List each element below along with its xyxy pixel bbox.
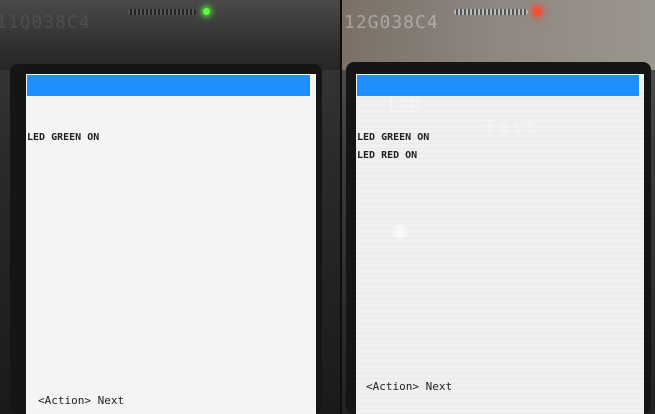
status-line-green: LED GREEN ON	[27, 132, 100, 143]
speaker-grille	[128, 9, 196, 15]
next-softkey[interactable]: <Action> Next	[366, 380, 452, 393]
photo-led-red-test: 12G038C4 LED Test LED GREEN ON LED RED O…	[342, 0, 655, 414]
screen-title-bar: LED Test	[357, 75, 639, 138]
green-led-indicator	[203, 8, 210, 15]
title-word-led: LED	[388, 96, 421, 117]
status-line-red: LED RED ON	[357, 150, 418, 161]
speaker-grille	[454, 9, 528, 15]
photo-led-green-test: 11Q038C4 LED Test LED GREEN ON <Action> …	[0, 0, 340, 414]
red-led-indicator	[534, 8, 541, 15]
device-screen-left: LED Test LED GREEN ON <Action> Next	[26, 74, 316, 414]
device-serial-label: 11Q038C4	[0, 12, 91, 33]
device-screen-right: LED Test LED GREEN ON LED RED ON <Action…	[356, 74, 644, 414]
device-top-right: 12G038C4	[342, 0, 655, 70]
title-word-test: Test	[154, 117, 210, 138]
next-softkey[interactable]: <Action> Next	[38, 394, 124, 407]
screen-title-bar: LED Test	[27, 75, 310, 138]
status-line-green: LED GREEN ON	[357, 132, 430, 143]
device-bezel-left: LED Test LED GREEN ON <Action> Next	[10, 64, 322, 414]
device-bezel-right: LED Test LED GREEN ON LED RED ON <Action…	[346, 62, 651, 414]
device-serial-label: 12G038C4	[344, 12, 439, 33]
title-word-led: LED	[58, 96, 91, 117]
screen-glare	[392, 224, 408, 240]
title-word-test: Test	[484, 117, 540, 138]
device-top-left: 11Q038C4	[0, 0, 340, 70]
